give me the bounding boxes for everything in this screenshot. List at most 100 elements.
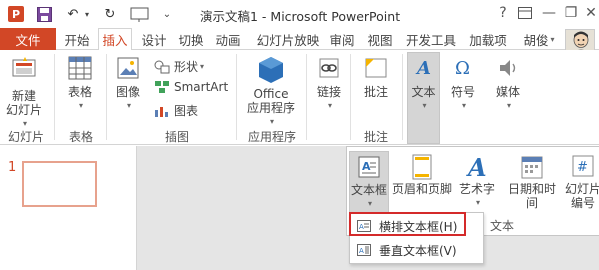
table-label: 表格: [67, 85, 92, 99]
image-button[interactable]: 图像 ▾: [110, 56, 146, 113]
redo-icon[interactable]: ↻: [100, 5, 120, 23]
date-time-label: 日期和时间: [507, 182, 556, 210]
header-footer-button[interactable]: 页眉和页脚: [391, 151, 453, 213]
svg-text:Ω: Ω: [455, 58, 470, 79]
textbox-icon: A: [357, 155, 381, 181]
group-divider: [54, 54, 55, 140]
office-store-icon: [258, 56, 284, 84]
media-label: 媒体: [495, 85, 520, 99]
group-label-slides: 幻灯片: [7, 130, 44, 144]
comment-icon: [364, 56, 388, 82]
svg-text:A: A: [415, 58, 431, 79]
smartart-button[interactable]: SmartArt: [154, 80, 228, 94]
chevron-down-icon: ▾: [550, 34, 555, 44]
tab-review[interactable]: 审阅: [326, 28, 358, 50]
minimize-button[interactable]: —: [538, 2, 560, 24]
group-divider: [402, 54, 403, 140]
slide-number-label: 幻灯片 编号: [564, 182, 599, 210]
svg-text:A: A: [359, 247, 364, 255]
image-label: 图像: [115, 85, 140, 99]
symbol-button[interactable]: Ω 符号 ▾: [446, 56, 480, 113]
new-slide-icon: [11, 56, 37, 86]
smartart-icon: [155, 81, 169, 93]
chart-label: 图表: [174, 104, 199, 118]
chevron-down-icon: ▾: [269, 117, 274, 126]
office-apps-button[interactable]: Office 应用程序 ▾: [242, 56, 300, 129]
header-footer-label: 页眉和页脚: [391, 182, 452, 196]
table-button[interactable]: 表格 ▾: [60, 56, 100, 113]
tab-design[interactable]: 设计: [138, 28, 170, 50]
tab-file[interactable]: 文件: [0, 28, 56, 50]
undo-icon[interactable]: ↶: [62, 5, 84, 23]
smartart-label: SmartArt: [174, 80, 229, 94]
highlight-annotation-box: [349, 212, 466, 236]
undo-dropdown-icon[interactable]: ▾: [82, 5, 92, 23]
slide-number: 1: [8, 160, 17, 175]
tab-insert[interactable]: 插入: [98, 28, 132, 51]
svg-text:A: A: [466, 154, 487, 180]
text-button[interactable]: A 文本 ▾: [407, 56, 440, 113]
group-divider: [236, 54, 237, 140]
textbox-button[interactable]: A 文本框 ▾: [349, 151, 389, 213]
vertical-textbox-icon: A: [357, 244, 371, 256]
wordart-label: 艺术字: [458, 182, 495, 196]
wordart-icon: A: [465, 153, 489, 182]
save-icon[interactable]: [34, 5, 54, 23]
slide-number-button[interactable]: # 幻灯片 编号: [563, 151, 599, 213]
tab-home[interactable]: 开始: [60, 28, 94, 50]
header-footer-icon: [411, 154, 433, 180]
link-button[interactable]: 链接 ▾: [312, 56, 346, 113]
slide-number-icon: #: [572, 154, 594, 180]
comment-button[interactable]: 批注: [356, 56, 396, 99]
group-divider: [306, 54, 307, 140]
chart-button[interactable]: 图表: [154, 102, 198, 119]
user-account-menu[interactable]: 胡俊 ▾: [518, 28, 560, 50]
group-label-tables: 表格: [68, 130, 93, 144]
comment-label: 批注: [363, 85, 388, 99]
chevron-down-icon: ▾: [506, 101, 511, 110]
vertical-textbox-label: 垂直文本框(V): [379, 243, 457, 258]
chevron-down-icon: ▾: [200, 62, 205, 71]
help-icon[interactable]: ?: [492, 2, 514, 24]
title-bar: P ↶ ▾ ↻ ⌄ 演示文稿1 - Microsoft PowerPoint ?…: [0, 0, 599, 28]
tab-slideshow[interactable]: 幻灯片放映: [254, 28, 322, 50]
media-button[interactable]: 媒体 ▾: [490, 56, 526, 113]
tab-developer[interactable]: 开发工具: [403, 28, 459, 50]
powerpoint-logo-icon[interactable]: P: [6, 5, 26, 23]
new-slide-button[interactable]: 新建 幻灯片 ▾: [2, 56, 46, 131]
group-label-apps: 应用程序: [247, 130, 296, 144]
chart-icon: [155, 106, 168, 117]
slideshow-from-start-icon[interactable]: [128, 5, 154, 23]
image-icon: [116, 56, 140, 82]
speaker-icon: [497, 56, 519, 82]
calendar-icon: [520, 154, 544, 180]
user-name: 胡俊: [523, 32, 549, 48]
shapes-label: 形状: [174, 60, 199, 74]
wordart-button[interactable]: A 艺术字 ▾: [455, 151, 499, 213]
date-time-button[interactable]: 日期和时间: [503, 151, 561, 213]
tab-view[interactable]: 视图: [364, 28, 396, 50]
slide-thumbnail[interactable]: [22, 161, 97, 207]
omega-icon: Ω: [452, 56, 474, 82]
chevron-down-icon: ▾: [475, 198, 480, 207]
ribbon-tab-row: 文件 开始 插入 设计 切换 动画 幻灯片放映 审阅 视图 开发工具 加载项 胡…: [0, 28, 599, 51]
textbox-label: 文本框: [350, 183, 387, 197]
ribbon-display-icon[interactable]: [514, 2, 536, 24]
office-apps-label: Office 应用程序: [246, 87, 295, 115]
close-button[interactable]: ✕: [580, 2, 599, 24]
menu-item-vertical-textbox[interactable]: A 垂直文本框(V): [351, 239, 483, 261]
tab-addins[interactable]: 加载项: [466, 28, 510, 50]
shapes-button[interactable]: 形状 ▾: [154, 58, 204, 75]
text-label: 文本: [411, 85, 436, 99]
group-divider: [350, 54, 351, 140]
svg-text:A: A: [362, 160, 371, 173]
text-icon: A: [413, 56, 435, 82]
group-divider: [106, 54, 107, 140]
new-slide-label: 新建 幻灯片: [5, 89, 42, 117]
customize-qat-icon[interactable]: ⌄: [160, 5, 174, 23]
tab-animations[interactable]: 动画: [212, 28, 244, 50]
chevron-down-icon: ▾: [327, 101, 332, 110]
group-label-illustrations: 插图: [164, 130, 189, 144]
restore-button[interactable]: ❐: [560, 2, 582, 24]
tab-transitions[interactable]: 切换: [175, 28, 207, 50]
